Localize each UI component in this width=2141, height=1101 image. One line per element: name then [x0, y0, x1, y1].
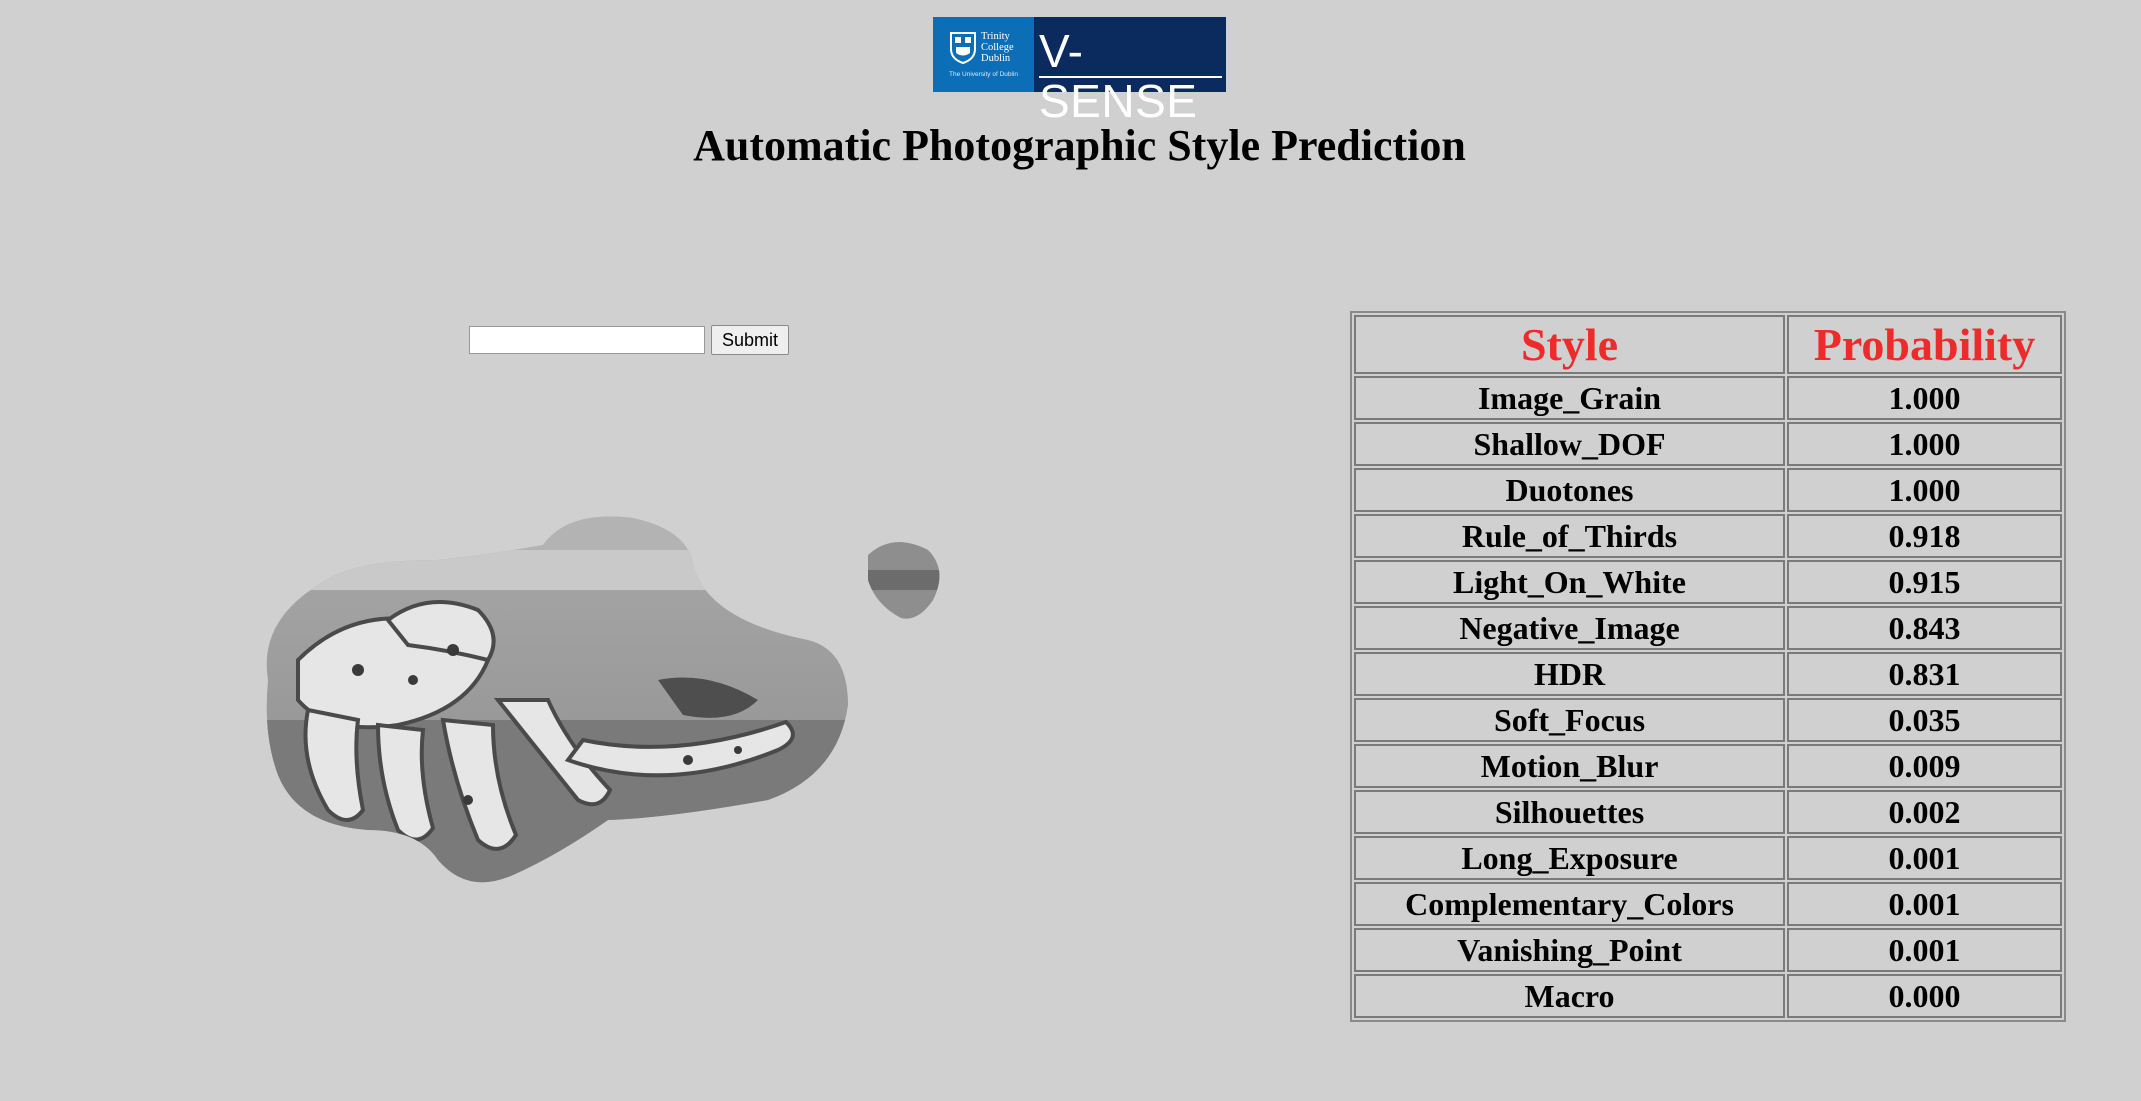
tcd-vsense-logo: Trinity College Dublin The University of… — [933, 17, 1226, 126]
table-row: Macro 0.000 — [1354, 974, 2062, 1018]
table-row: Light_On_White 0.915 — [1354, 560, 2062, 604]
probability-column-header: Probability — [1787, 315, 2062, 374]
table-row: Image_Grain 1.000 — [1354, 376, 2062, 420]
probability-cell: 0.001 — [1787, 882, 2062, 926]
table-row: Negative_Image 0.843 — [1354, 606, 2062, 650]
submit-button[interactable]: Submit — [711, 325, 790, 355]
table-row: HDR 0.831 — [1354, 652, 2062, 696]
style-probability-table: Style Probability Image_Grain 1.000 Shal… — [1350, 311, 2066, 1022]
probability-cell: 0.002 — [1787, 790, 2062, 834]
style-cell: Soft_Focus — [1354, 698, 1785, 742]
page: Trinity College Dublin The University of… — [0, 0, 2141, 1101]
style-cell: Silhouettes — [1354, 790, 1785, 834]
probability-cell: 0.035 — [1787, 698, 2062, 742]
tcd-name-line: Dublin — [981, 53, 1011, 64]
style-cell: Shallow_DOF — [1354, 422, 1785, 466]
style-cell: Complementary_Colors — [1354, 882, 1785, 926]
probability-cell: 1.000 — [1787, 468, 2062, 512]
style-cell: Image_Grain — [1354, 376, 1785, 420]
result-image — [266, 516, 940, 883]
style-cell: Duotones — [1354, 468, 1785, 512]
table-row: Long_Exposure 0.001 — [1354, 836, 2062, 880]
page-title: Automatic Photographic Style Prediction — [693, 121, 1466, 170]
tcd-name: Trinity College Dublin — [981, 31, 1014, 64]
probability-cell: 0.009 — [1787, 744, 2062, 788]
table-row: Duotones 1.000 — [1354, 468, 2062, 512]
style-cell: Motion_Blur — [1354, 744, 1785, 788]
tcd-name-line: Trinity — [981, 31, 1010, 42]
probability-cell: 0.001 — [1787, 928, 2062, 972]
vsense-underline — [1039, 76, 1222, 78]
style-cell: Long_Exposure — [1354, 836, 1785, 880]
style-cell: Rule_of_Thirds — [1354, 514, 1785, 558]
probability-cell: 0.001 — [1787, 836, 2062, 880]
probability-cell: 1.000 — [1787, 422, 2062, 466]
table-row: Rule_of_Thirds 0.918 — [1354, 514, 2062, 558]
style-cell: HDR — [1354, 652, 1785, 696]
style-column-header: Style — [1354, 315, 1785, 374]
tcd-crest-icon — [950, 32, 976, 65]
tcd-logo-block: Trinity College Dublin The University of… — [933, 17, 1034, 92]
table-header-row: Style Probability — [1354, 315, 2062, 374]
probability-cell: 0.915 — [1787, 560, 2062, 604]
table-row: Soft_Focus 0.035 — [1354, 698, 2062, 742]
style-cell: Vanishing_Point — [1354, 928, 1785, 972]
table-row: Complementary_Colors 0.001 — [1354, 882, 2062, 926]
probability-cell: 0.000 — [1787, 974, 2062, 1018]
vsense-logo-block: V-SENSE — [1034, 17, 1226, 126]
probability-cell: 0.843 — [1787, 606, 2062, 650]
tcd-name-line: College — [981, 42, 1014, 53]
style-cell: Light_On_White — [1354, 560, 1785, 604]
table-row: Motion_Blur 0.009 — [1354, 744, 2062, 788]
table-row: Shallow_DOF 1.000 — [1354, 422, 2062, 466]
file-input[interactable] — [469, 326, 705, 354]
tcd-tagline: The University of Dublin — [949, 71, 1018, 78]
table-row: Vanishing_Point 0.001 — [1354, 928, 2062, 972]
probability-cell: 1.000 — [1787, 376, 2062, 420]
style-cell: Negative_Image — [1354, 606, 1785, 650]
style-cell: Macro — [1354, 974, 1785, 1018]
upload-form: Submit — [469, 325, 790, 355]
probability-cell: 0.918 — [1787, 514, 2062, 558]
probability-cell: 0.831 — [1787, 652, 2062, 696]
table-row: Silhouettes 0.002 — [1354, 790, 2062, 834]
